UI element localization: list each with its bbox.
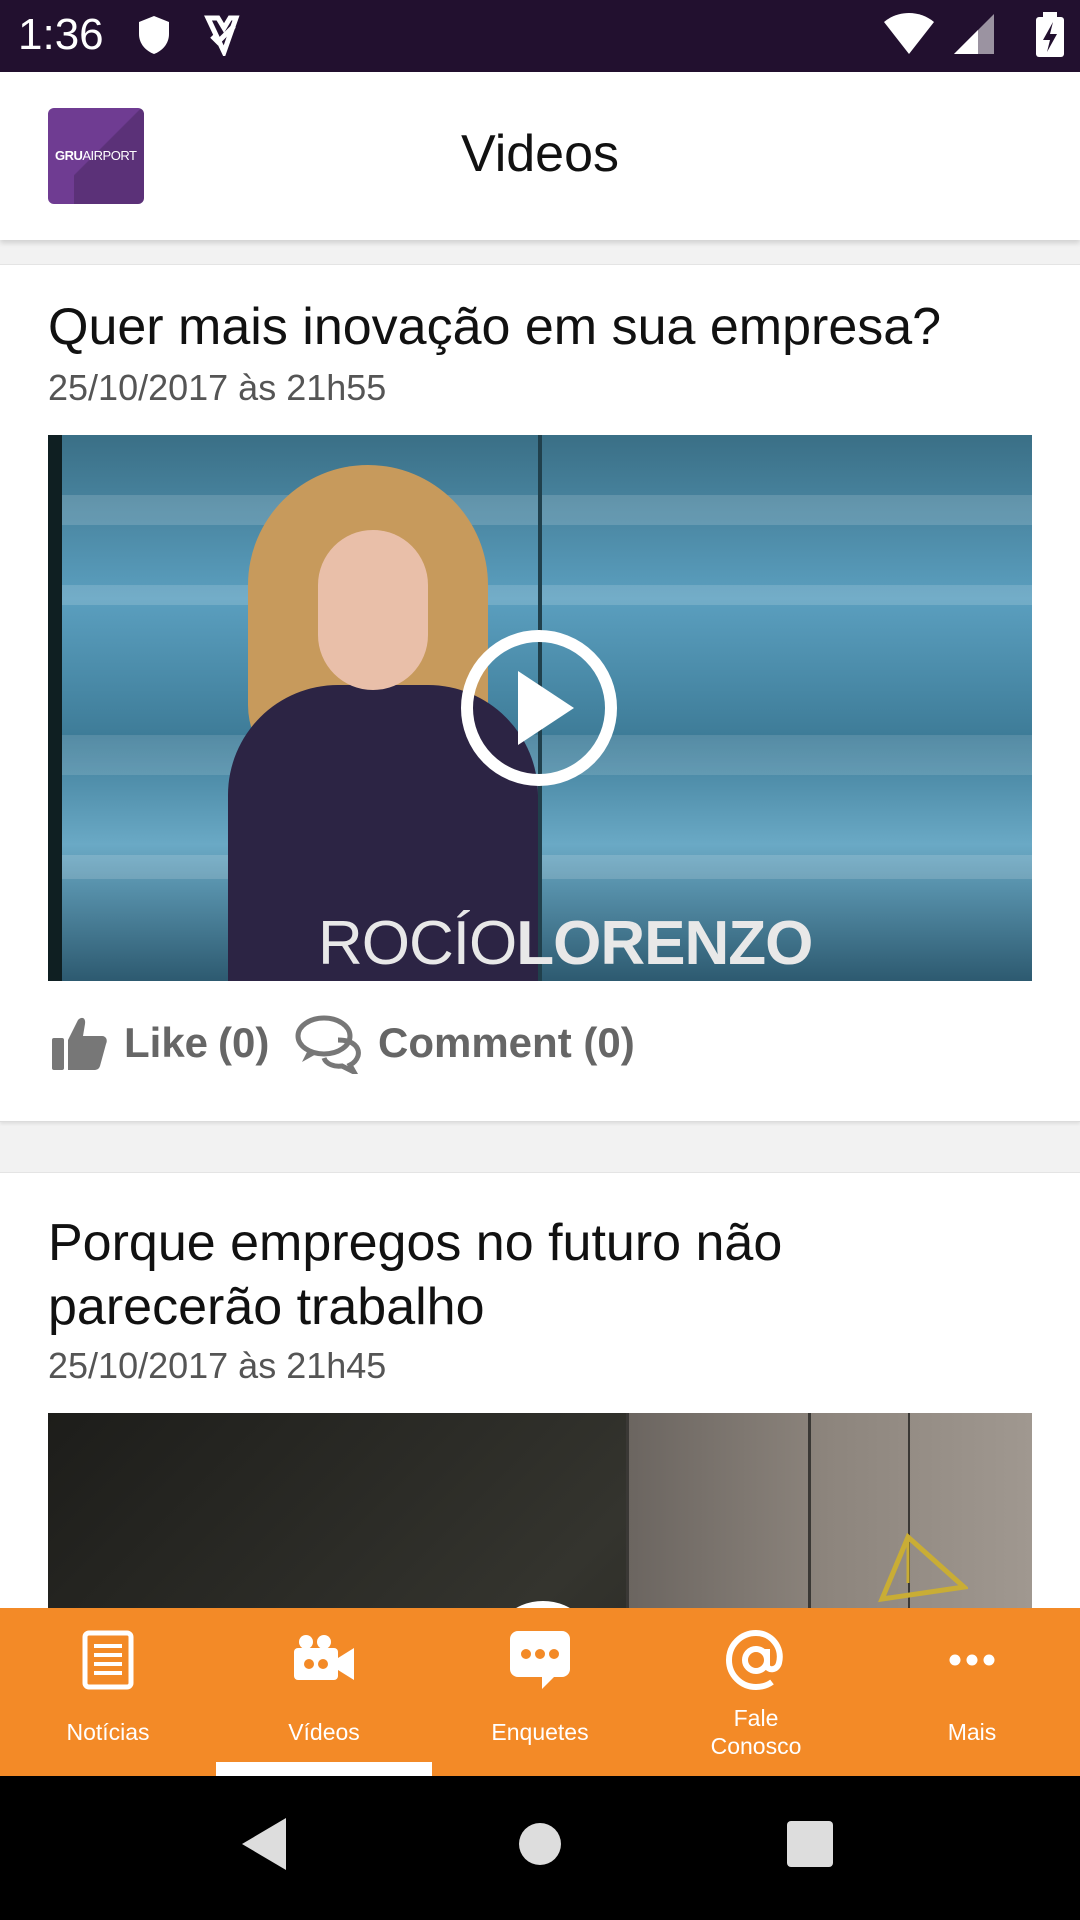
video-date: 25/10/2017 às 21h55: [48, 367, 387, 408]
app-bar: GRUAIRPORT Videos: [0, 72, 1080, 240]
status-time: 1:36: [18, 10, 104, 59]
bottom-nav: Notícias Vídeos Enquetes Fale Conosco Ma…: [0, 1608, 1080, 1776]
active-tab-indicator: [216, 1762, 432, 1776]
play-icon[interactable]: [460, 629, 618, 787]
battery-charging-icon: [1036, 12, 1064, 57]
triangle-sculpture: [878, 1533, 968, 1603]
nav-label: Enquetes: [491, 1719, 589, 1745]
video-title: Quer mais inovação em sua empresa?: [48, 298, 942, 356]
system-nav-bar: [0, 1776, 1080, 1920]
task-check-icon: [204, 14, 240, 61]
video-thumbnail[interactable]: ROCÍOLORENZO: [48, 435, 1032, 981]
nav-label: Notícias: [66, 1719, 150, 1745]
video-title: Porque empregos no futuro não parecerão …: [48, 1214, 783, 1336]
nav-label: Vídeos: [288, 1719, 360, 1745]
page-title: Videos: [460, 125, 620, 183]
home-icon[interactable]: [518, 1822, 562, 1866]
thumbnail-caption-bold: LORENZO: [516, 909, 813, 978]
thumbs-up-icon: [52, 1017, 107, 1070]
video-card: Quer mais inovação em sua empresa? 25/10…: [0, 264, 1080, 1122]
comment-button[interactable]: Comment (0): [294, 1003, 635, 1083]
nav-item-videos[interactable]: Vídeos: [216, 1608, 432, 1776]
nav-item-mais[interactable]: Mais: [864, 1608, 1080, 1776]
video-thumbnail[interactable]: [48, 1413, 1032, 1608]
recents-icon[interactable]: [786, 1820, 834, 1868]
nav-label: Fale Conosco: [710, 1705, 802, 1759]
chat-bubble-icon: [510, 1631, 570, 1689]
nav-item-noticias[interactable]: Notícias: [0, 1608, 216, 1776]
video-card: Porque empregos no futuro não parecerão …: [0, 1172, 1080, 1608]
nav-item-enquetes[interactable]: Enquetes: [432, 1608, 648, 1776]
like-label: Like: [124, 1019, 209, 1066]
like-button[interactable]: Like (0): [48, 1003, 269, 1083]
thumbnail-caption-light: ROCÍO: [318, 909, 517, 978]
video-camera-icon: [294, 1635, 354, 1680]
nav-label: Mais: [947, 1719, 997, 1745]
video-feed[interactable]: Quer mais inovação em sua empresa? 25/10…: [0, 240, 1080, 1608]
video-date: 25/10/2017 às 21h45: [48, 1345, 387, 1386]
nav-item-fale-conosco[interactable]: Fale Conosco: [648, 1608, 864, 1776]
comment-label: Comment (0): [378, 1019, 635, 1066]
status-bar: 1:36: [0, 0, 1080, 72]
signal-icon: [954, 14, 994, 54]
comment-bubbles-icon: [295, 1015, 361, 1074]
shield-icon: [136, 14, 172, 61]
more-dots-icon: [949, 1654, 995, 1666]
document-icon: [82, 1630, 134, 1690]
back-icon[interactable]: [240, 1816, 290, 1872]
at-sign-icon: [725, 1629, 783, 1691]
thumbnail-caption: ROCÍOLORENZO: [318, 908, 813, 979]
wifi-icon: [884, 13, 934, 54]
like-count: (0): [218, 1019, 270, 1066]
